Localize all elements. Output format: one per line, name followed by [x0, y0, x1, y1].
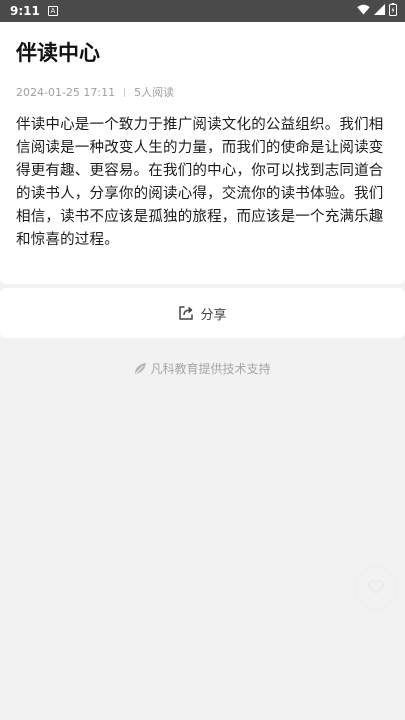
read-count: 5人阅读 — [134, 86, 175, 99]
article-body: 伴读中心是一个致力于推广阅读文化的公益组织。我们相信阅读是一种改变人生的力量，而… — [16, 117, 384, 248]
share-button[interactable]: 分享 — [0, 288, 405, 338]
article-card: 伴读中心 2024-01-25 17:11 5人阅读 伴读中心是一个致力于推广阅… — [0, 22, 405, 284]
support-text: 凡科教育提供技术支持 — [150, 362, 271, 376]
status-bar: 9:11 A — [0, 0, 405, 22]
battery-icon — [389, 3, 397, 19]
status-right — [357, 3, 397, 19]
status-left: 9:11 A — [10, 4, 58, 18]
leaf-logo-icon — [134, 362, 147, 375]
status-time: 9:11 — [10, 4, 40, 18]
tech-support-footer[interactable]: 凡科教育提供技术支持 — [0, 360, 405, 377]
article-meta: 2024-01-25 17:11 5人阅读 — [16, 84, 389, 100]
article-date: 2024-01-25 17:11 — [16, 85, 116, 99]
meta-divider — [124, 87, 126, 97]
a-notification-icon: A — [47, 6, 58, 16]
floating-heart-button[interactable] — [356, 568, 396, 608]
heart-icon — [368, 579, 384, 598]
share-label: 分享 — [200, 307, 227, 323]
signal-icon — [374, 4, 385, 18]
article-title: 伴读中心 — [16, 41, 100, 65]
wifi-icon — [357, 4, 370, 18]
share-icon — [178, 305, 194, 321]
